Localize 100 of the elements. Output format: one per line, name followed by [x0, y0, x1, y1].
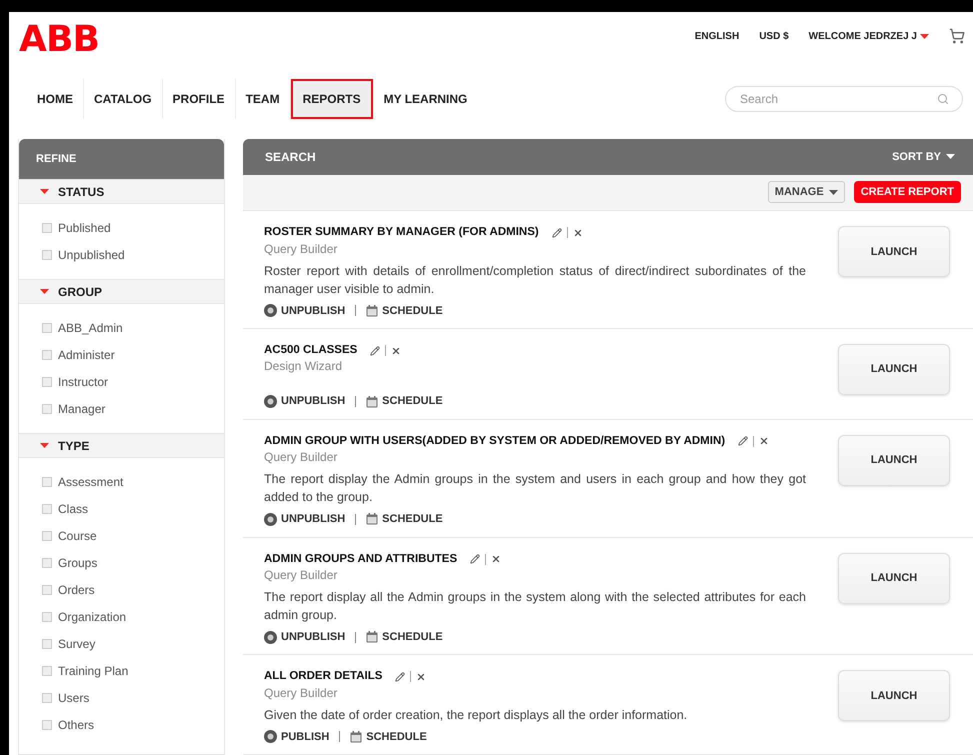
close-icon[interactable]	[572, 228, 583, 238]
checkbox[interactable]	[42, 477, 52, 487]
schedule-link[interactable]: SCHEDULE	[366, 302, 443, 319]
report-source: Design Wizard	[264, 359, 344, 374]
checkbox[interactable]	[42, 666, 52, 676]
launch-button[interactable]: LAUNCH	[838, 670, 950, 722]
search-field[interactable]: Search	[725, 86, 963, 112]
nav-tab[interactable]: TEAM	[236, 81, 290, 117]
nav-tab[interactable]: REPORTS	[290, 79, 373, 119]
checkbox[interactable]	[42, 250, 52, 260]
checkbox[interactable]	[42, 612, 52, 622]
nav-tab[interactable]: CATALOG	[84, 81, 162, 117]
filter-label: Survey	[58, 636, 96, 653]
publish-toggle[interactable]: PUBLISH	[264, 728, 330, 745]
report-title[interactable]: ADMIN GROUP WITH USERS(ADDED BY SYSTEM OR ADDED/REMOVED BY ADMIN)	[264, 432, 726, 450]
user-menu[interactable]: WELCOME JEDRZEJ J	[808, 28, 929, 44]
nav-tab[interactable]: MY LEARNING	[374, 81, 478, 117]
report-title[interactable]: ADMIN GROUPS AND ATTRIBUTES	[264, 550, 458, 568]
caret-icon	[946, 154, 955, 160]
filter-label: Manager	[58, 401, 106, 418]
launch-button[interactable]: LAUNCH	[838, 552, 950, 604]
report-title[interactable]: ALL ORDER DETAILS	[264, 668, 382, 686]
publish-toggle[interactable]: UNPUBLISH	[264, 302, 346, 319]
caret-icon	[920, 34, 929, 38]
caret-icon	[40, 289, 49, 294]
calendar-icon	[366, 631, 378, 643]
edit-icon[interactable]	[370, 346, 380, 356]
schedule-link[interactable]: SCHEDULE	[350, 728, 427, 745]
checkbox[interactable]	[42, 504, 52, 514]
report-description: Roster report with details of enrollment/completion status of direct/indirect subordinates of the manager user visible to admin.	[264, 262, 806, 298]
edit-icon[interactable]	[552, 228, 562, 238]
edit-icon[interactable]	[395, 672, 406, 682]
checkbox[interactable]	[42, 404, 52, 414]
filter-label: Administer	[58, 347, 115, 364]
close-icon[interactable]	[759, 436, 770, 446]
caret-icon	[40, 443, 49, 448]
manage-button[interactable]: MANAGE	[768, 181, 845, 204]
radio-circle-icon	[264, 304, 277, 318]
sort-by-menu[interactable]: SORT BY	[892, 148, 955, 166]
close-icon[interactable]	[391, 346, 402, 356]
edit-icon[interactable]	[738, 436, 748, 446]
filter-label: Organization	[58, 609, 126, 626]
filter-section-header[interactable]: STATUS	[19, 179, 224, 204]
abb-logo[interactable]: ABB	[19, 22, 100, 58]
filter-label: Orders	[58, 582, 95, 599]
checkbox[interactable]	[42, 377, 52, 387]
publish-toggle[interactable]: UNPUBLISH	[264, 393, 346, 410]
header-link[interactable]: USD $	[759, 28, 789, 44]
radio-circle-icon	[264, 630, 277, 644]
filter-label: ABB_Admin	[58, 320, 123, 337]
schedule-link[interactable]: SCHEDULE	[366, 628, 443, 646]
checkbox[interactable]	[42, 558, 52, 568]
checkbox[interactable]	[42, 639, 52, 649]
radio-circle-icon	[264, 730, 277, 744]
launch-button[interactable]: LAUNCH	[838, 434, 950, 486]
section-title: GROUP	[58, 284, 102, 300]
filter-section-header[interactable]: TYPE	[19, 433, 224, 458]
filter-label: Class	[58, 501, 88, 518]
report-source: Query Builder	[264, 450, 338, 465]
calendar-icon	[350, 730, 362, 743]
report-source: Query Builder	[264, 568, 338, 583]
report-description: The report display the Admin groups in the system and users in each group and how they got added to the group.	[264, 471, 806, 506]
caret-icon	[828, 190, 838, 195]
report-description: The report display all the Admin groups in the system along with the selected attributes for each admin group.	[264, 588, 806, 624]
schedule-link[interactable]: SCHEDULE	[366, 511, 443, 528]
filter-section-header[interactable]: GROUP	[19, 279, 224, 304]
publish-toggle[interactable]: UNPUBLISH	[264, 628, 346, 646]
radio-circle-icon	[264, 395, 277, 408]
checkbox[interactable]	[42, 223, 52, 233]
refine-header: REFINE	[19, 139, 224, 179]
filter-label: Users	[58, 690, 90, 707]
checkbox[interactable]	[42, 693, 52, 703]
section-title: STATUS	[58, 184, 104, 200]
filter-label: Course	[58, 528, 97, 545]
nav-tab[interactable]: PROFILE	[162, 81, 235, 117]
checkbox[interactable]	[42, 531, 52, 541]
nav-tab[interactable]: HOME	[27, 81, 83, 117]
checkbox[interactable]	[42, 323, 52, 333]
checkbox[interactable]	[42, 350, 52, 360]
report-title[interactable]: AC500 CLASSES	[264, 342, 358, 360]
filter-label: Training Plan	[58, 663, 128, 680]
radio-circle-icon	[264, 512, 277, 526]
close-icon[interactable]	[491, 554, 502, 564]
search-icon[interactable]	[937, 93, 949, 105]
report-source: Query Builder	[264, 686, 338, 700]
publish-toggle[interactable]: UNPUBLISH	[264, 511, 346, 528]
filter-label: Instructor	[58, 374, 108, 391]
launch-button[interactable]: LAUNCH	[838, 226, 950, 278]
close-icon[interactable]	[416, 672, 426, 682]
filter-label: Others	[58, 717, 94, 734]
edit-icon[interactable]	[470, 554, 480, 564]
launch-button[interactable]: LAUNCH	[838, 344, 950, 395]
report-title[interactable]: ROSTER SUMMARY BY MANAGER (FOR ADMINS)	[264, 224, 539, 242]
filter-label: Published	[58, 220, 111, 237]
checkbox[interactable]	[42, 720, 52, 730]
create-report-button[interactable]: CREATE REPORT	[854, 181, 961, 204]
checkbox[interactable]	[42, 585, 52, 595]
cart-icon[interactable]	[949, 28, 965, 44]
header-link[interactable]: ENGLISH	[694, 28, 740, 44]
schedule-link[interactable]: SCHEDULE	[366, 393, 443, 410]
